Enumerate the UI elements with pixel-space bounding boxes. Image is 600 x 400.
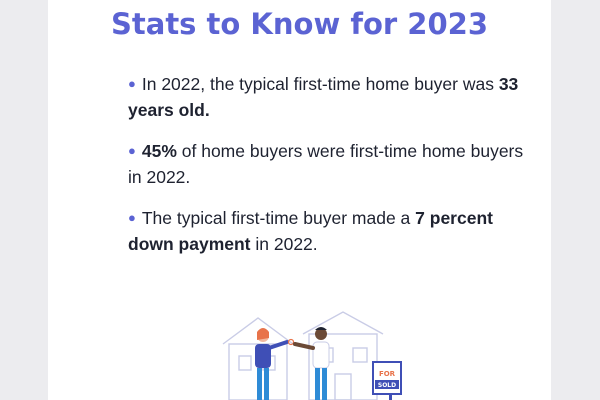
stat-item-age: ● In 2022, the typical first-time home bu… — [128, 72, 528, 123]
stat-text: The typical first-time buyer made a — [141, 208, 416, 228]
stat-text: In 2022, the typical first-time home buy… — [141, 74, 499, 94]
stats-list: ● In 2022, the typical first-time home bu… — [128, 72, 528, 273]
stat-item-down-payment: ● The typical first-time buyer made a 7 p… — [128, 206, 528, 257]
home-buyers-illustration: FOR SOLD — [222, 311, 402, 400]
bullet-icon: ● — [128, 210, 136, 225]
bullet-icon: ● — [128, 76, 136, 91]
for-sale-sign-icon: FOR SOLD — [372, 361, 402, 400]
bullet-icon: ● — [128, 143, 136, 158]
stat-highlight: 45% — [141, 141, 177, 161]
buyer-figure-icon — [255, 328, 289, 400]
stat-item-share: ● 45% of home buyers were first-time home… — [128, 139, 528, 190]
sign-sold-text: SOLD — [378, 382, 396, 389]
sign-top-text: FOR — [379, 370, 396, 378]
seller-figure-icon — [293, 327, 330, 400]
stat-text: in 2022. — [250, 234, 318, 254]
house-outline-icon — [222, 311, 384, 400]
infographic-card: Stats to Know for 2023 ● In 2022, the typ… — [48, 0, 551, 400]
stat-text: of home buyers were first-time home buye… — [128, 141, 524, 187]
page-title: Stats to Know for 2023 — [111, 7, 488, 41]
